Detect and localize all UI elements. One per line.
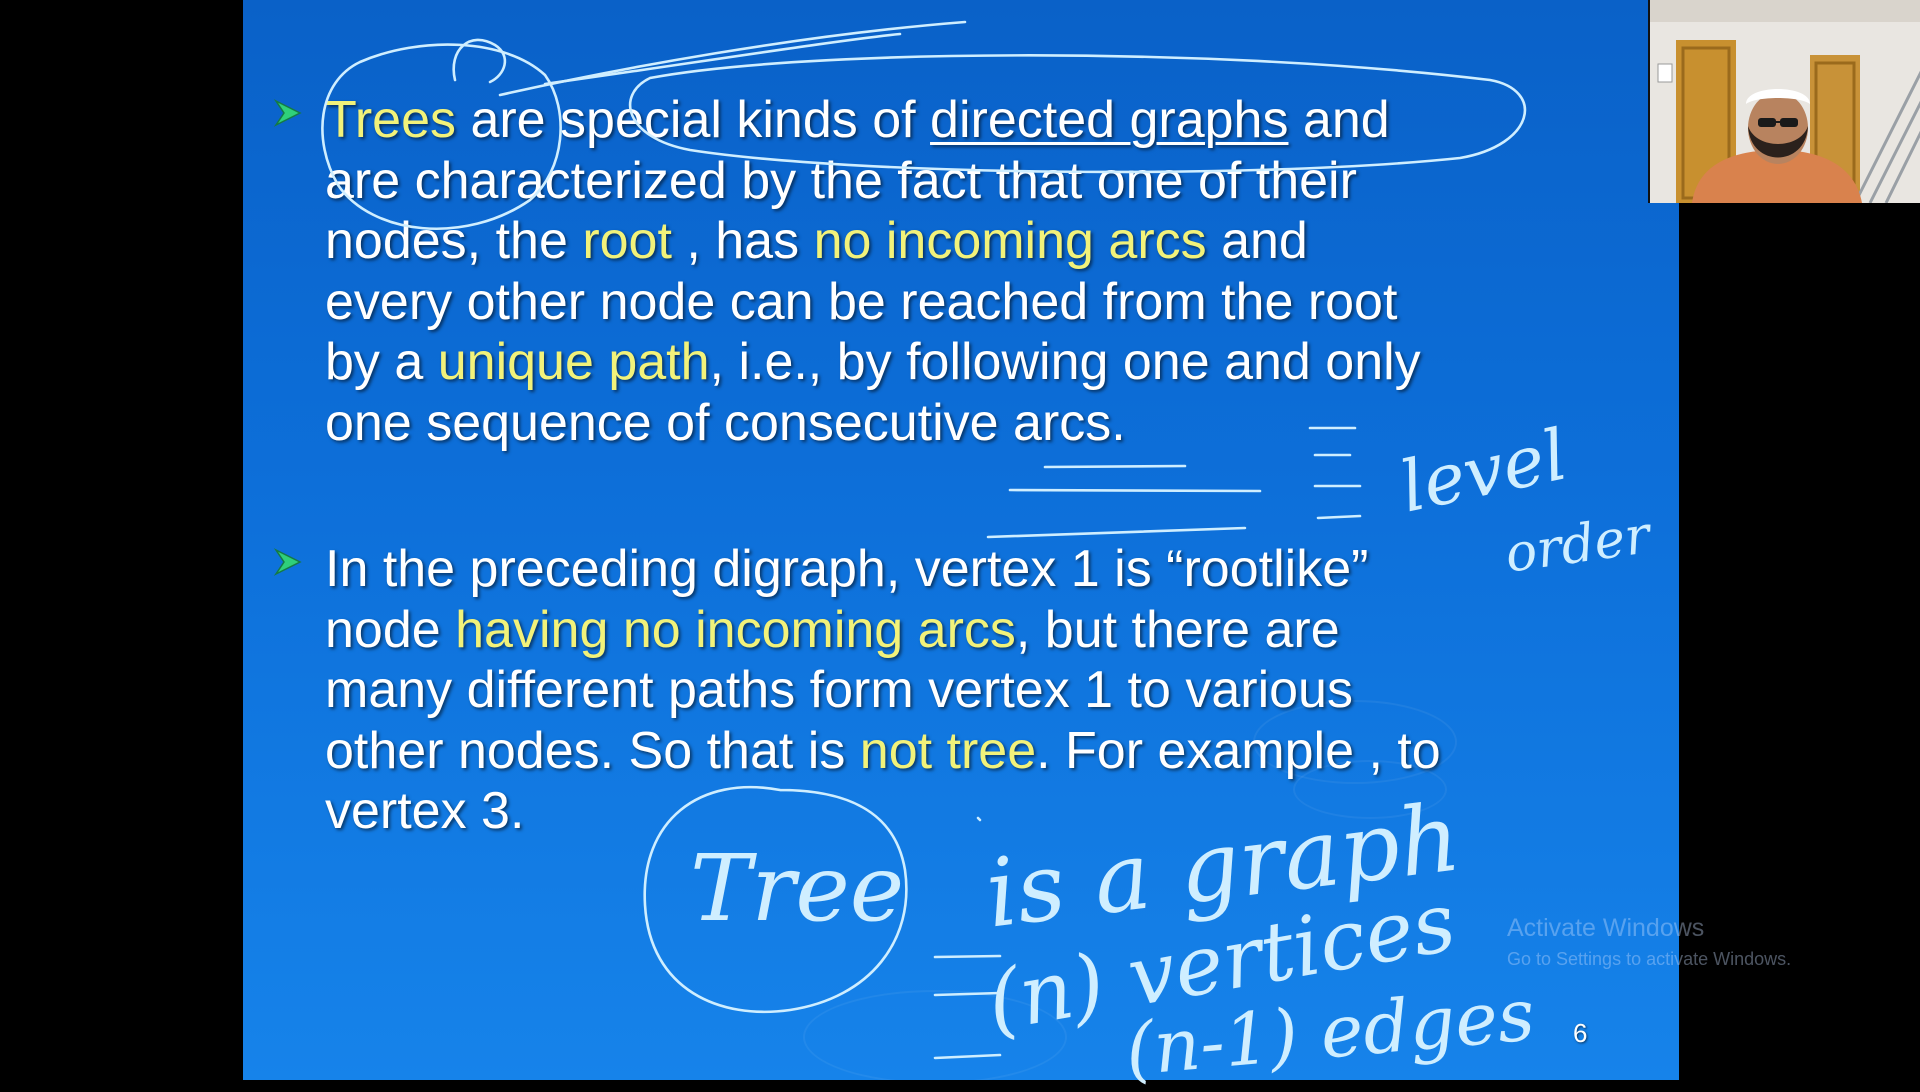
highlighted-text: not tree	[859, 721, 1037, 780]
bullet-1: Trees are special kinds of directed grap…	[273, 90, 1585, 453]
text-run: are characterized by the fact that one o…	[325, 151, 1357, 210]
text-run: one sequence of consecutive arcs.	[325, 393, 1126, 452]
slide-text-line: Trees are special kinds of directed grap…	[325, 90, 1585, 151]
webcam-video-feed	[1648, 0, 1920, 203]
text-run: many different paths form vertex 1 to va…	[325, 661, 1353, 719]
text-run: vertex 3.	[325, 782, 525, 840]
watermark-subtitle: Go to Settings to activate Windows.	[1507, 949, 1792, 969]
text-run: . For example , to	[1036, 721, 1441, 780]
arrowhead-bullet-icon	[273, 99, 302, 127]
slide-text-line: node having no incoming arcs, but there …	[325, 600, 1585, 661]
slide-text-line: by a unique path, i.e., by following one…	[325, 332, 1585, 393]
slide-text-line: are characterized by the fact that one o…	[325, 151, 1585, 212]
text-run: , has	[671, 212, 814, 270]
activate-windows-watermark: Activate Windows Go to Settings to activ…	[1507, 914, 1791, 970]
underlined-text: directed graphs	[930, 91, 1289, 149]
text-run: In the preceding digraph, vertex 1 is “r…	[325, 540, 1369, 598]
slide-text-line: other nodes. So that is not tree. For ex…	[325, 721, 1585, 782]
slide-page-number: 6	[1573, 1018, 1588, 1048]
text-run: other nodes. So that is	[325, 721, 860, 780]
highlighted-text: having no incoming arcs	[455, 600, 1016, 659]
presentation-slide: Trees are special kinds of directed grap…	[243, 0, 1679, 1080]
slide-text-line: every other node can be reached from the…	[325, 272, 1585, 333]
text-run: node	[325, 600, 456, 659]
text-run: are special kinds of	[456, 91, 931, 149]
slide-text-line: one sequence of consecutive arcs.	[325, 393, 1585, 454]
text-run: , but there are	[1015, 600, 1340, 659]
text-run: nodes, the	[325, 212, 583, 270]
text-run: and	[1206, 212, 1308, 270]
text-run: and	[1288, 91, 1390, 149]
webcam-scene-image	[1650, 0, 1920, 203]
handwritten-note-tree: Tree	[690, 835, 905, 942]
text-run: , i.e., by following one and only	[709, 333, 1421, 391]
highlighted-text: unique path	[437, 333, 710, 391]
text-run: every other node can be reached from the…	[325, 272, 1398, 331]
highlighted-text: root	[582, 212, 672, 270]
highlighted-text: Trees	[325, 91, 456, 149]
slide-text-line: many different paths form vertex 1 to va…	[325, 660, 1585, 721]
slide-text-line: nodes, the root , has no incoming arcs a…	[325, 211, 1585, 272]
screen: Trees are special kinds of directed grap…	[0, 0, 1920, 1092]
highlighted-text: no incoming arcs	[813, 212, 1207, 270]
text-run: by a	[325, 333, 438, 391]
watermark-title: Activate Windows	[1507, 914, 1705, 942]
arrowhead-bullet-icon	[273, 548, 302, 576]
slide-text-line: In the preceding digraph, vertex 1 is “r…	[325, 539, 1585, 600]
bullet-1-text: Trees are special kinds of directed grap…	[325, 90, 1585, 453]
